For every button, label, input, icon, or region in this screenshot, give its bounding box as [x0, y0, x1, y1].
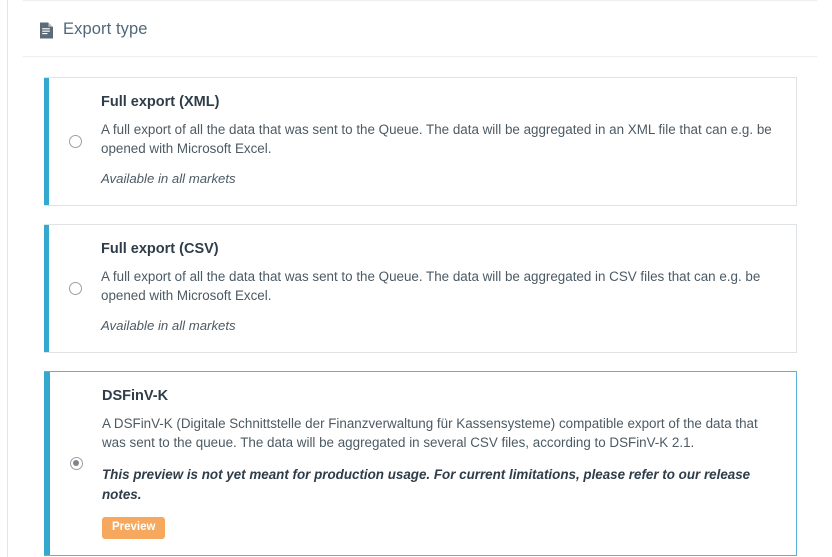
panel-header: Export type	[23, 0, 817, 57]
card-content: Full export (XML) A full export of all t…	[101, 78, 796, 205]
radio-cell[interactable]	[49, 281, 101, 295]
option-availability-note: Available in all markets	[101, 318, 236, 334]
card-body: DSFinV-K A DSFinV-K (Digitale Schnittste…	[50, 372, 796, 555]
radio-button-full-export-csv[interactable]	[68, 281, 82, 295]
document-icon	[39, 22, 54, 39]
export-option-full-export-xml[interactable]: Full export (XML) A full export of all t…	[44, 77, 797, 206]
export-type-panel: Export type Full export (XML) A full exp…	[7, 0, 832, 557]
option-title: DSFinV-K	[102, 387, 169, 404]
option-title: Full export (CSV)	[101, 240, 219, 257]
export-option-full-export-csv[interactable]: Full export (CSV) A full export of all t…	[44, 223, 797, 353]
export-option-list: Full export (XML) A full export of all t…	[8, 57, 832, 556]
radio-cell[interactable]	[49, 134, 101, 148]
option-description: A DSFinV-K (Digitale Schnittstelle der F…	[102, 416, 758, 451]
card-content: Full export (CSV) A full export of all t…	[101, 225, 796, 352]
card-body: Full export (XML) A full export of all t…	[49, 78, 796, 205]
option-description: A full export of all the data that was s…	[101, 122, 772, 157]
radio-button-dsfinv-k[interactable]	[69, 456, 83, 470]
option-availability-note: Available in all markets	[101, 171, 236, 187]
export-option-dsfinv-k[interactable]: DSFinV-K A DSFinV-K (Digitale Schnittste…	[44, 370, 797, 556]
card-body: Full export (CSV) A full export of all t…	[49, 225, 796, 352]
radio-cell[interactable]	[50, 456, 102, 470]
option-title: Full export (XML)	[101, 94, 220, 110]
status-badge-preview: Preview	[102, 517, 166, 539]
option-description: A full export of all the data that was s…	[101, 269, 761, 304]
option-warning: This preview is not yet meant for produc…	[102, 467, 751, 502]
page-title: Export type	[63, 19, 148, 38]
radio-button-full-export-xml[interactable]	[68, 134, 82, 148]
card-content: DSFinV-K A DSFinV-K (Digitale Schnittste…	[102, 372, 796, 555]
